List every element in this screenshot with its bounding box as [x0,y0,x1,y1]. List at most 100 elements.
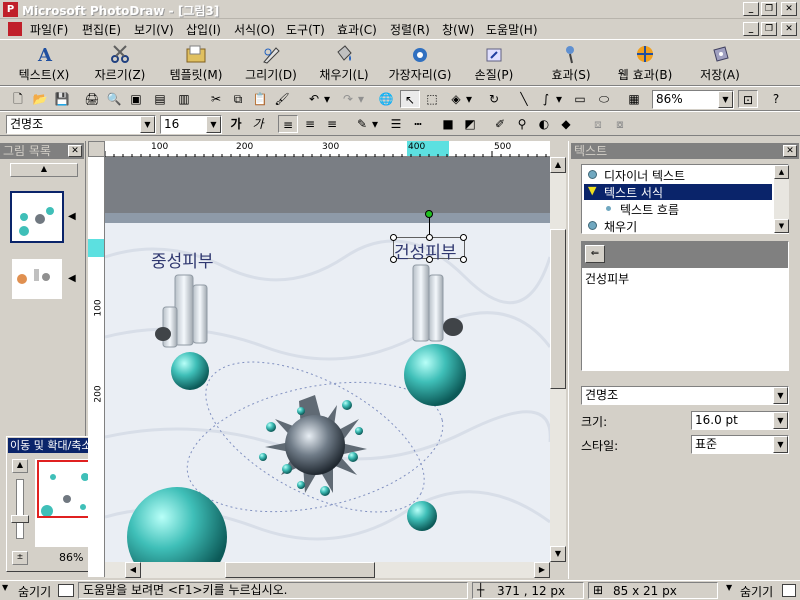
rectangle-icon[interactable]: ▭ [570,90,590,108]
scroll-down-icon[interactable]: ▼ [774,219,789,233]
scroll-up-button[interactable]: ▲ [10,163,78,177]
menu-window[interactable]: 창(W) [442,21,474,38]
fill-button[interactable]: 채우기(L) [314,42,374,84]
tree-item-text-flow[interactable]: 텍스트 흐름 [584,201,772,217]
menu-edit[interactable]: 편집(E) [82,21,121,38]
scroll-up-icon[interactable]: ▲ [550,157,566,173]
rotate-icon[interactable]: ↻ [484,90,504,108]
copy-icon[interactable]: ⧉ [228,90,248,108]
zoom-in-button[interactable]: ▲ [12,459,28,473]
text-edit-box[interactable]: ⇐ 건성피부 [581,241,789,371]
close-icon[interactable]: ✕ [68,145,82,157]
resize-handle[interactable] [390,256,397,263]
eyedropper-icon[interactable]: ⚲ [512,115,532,133]
cut-icon[interactable]: ✂ [206,90,226,108]
undo-icon[interactable]: ↶ [304,90,324,108]
maximize-button[interactable]: ❐ [761,2,777,16]
shadow-icon[interactable]: ■ [438,115,458,133]
scroll-up-icon[interactable]: ▲ [774,165,789,179]
help-icon[interactable]: ? [766,90,786,108]
group-icon[interactable]: ⧈ [588,115,608,133]
selection-box[interactable]: 건성피부 [390,210,467,263]
touchup-button[interactable]: 손질(P) [466,42,522,84]
draw-button[interactable]: 그리기(D) [240,42,302,84]
chevron-down-icon[interactable]: ▼ [773,387,788,404]
fill-bucket-icon[interactable]: ◈ [446,90,466,108]
picture-list-icon[interactable]: ▦ [624,90,644,108]
menu-help[interactable]: 도움말(H) [486,21,538,38]
rotate-handle[interactable] [425,210,433,218]
fill-dropdown-icon[interactable]: ▾ [464,90,474,108]
panel-toggle-icon[interactable] [782,584,796,597]
curve-dropdown-icon[interactable]: ▾ [554,90,564,108]
scroll-left-icon[interactable]: ◀ [125,562,141,578]
redo-dropdown-icon[interactable]: ▾ [356,90,366,108]
print-icon[interactable]: 🖨 [82,90,102,108]
panel-font-select[interactable]: 견명조 ▼ [581,386,789,405]
zoom-slider[interactable] [16,479,24,539]
font-size-select[interactable]: 16 ▼ [160,115,222,134]
menu-tools[interactable]: 도구(T) [286,21,325,38]
contrast-icon[interactable]: ◐ [534,115,554,133]
save-icon[interactable]: 💾 [52,90,72,108]
zoom-out-button[interactable]: ± [12,551,28,565]
align-left-icon[interactable]: ≡ [278,115,298,133]
thumbnail-1[interactable] [10,191,64,243]
template-button[interactable]: 템플릿(M) [162,42,230,84]
effects-button[interactable]: 효과(S) [546,42,596,84]
line-weight-icon[interactable]: ☰ [386,115,406,133]
digital-camera-icon[interactable]: ▤ [150,90,170,108]
doc-restore-button[interactable]: ❐ [761,22,777,36]
format-painter-icon[interactable]: 🖌 [272,90,292,108]
web-globe-icon[interactable]: 🌐 [376,90,396,108]
tree-scrollbar[interactable]: ▲ ▼ [774,165,789,233]
menu-arrange[interactable]: 정렬(R) [390,21,430,38]
resize-handle[interactable] [426,256,433,263]
chevron-down-icon[interactable]: ▼ [206,116,221,133]
select-region-icon[interactable]: ⬚ [422,90,442,108]
menu-file[interactable]: 파일(F) [30,21,68,38]
web-effects-button[interactable]: 웹 효과(B) [612,42,678,84]
resize-handle[interactable] [460,234,467,241]
ellipse-icon[interactable]: ⬭ [594,90,614,108]
hide-left-label[interactable]: 숨기기 [18,583,51,600]
close-button[interactable]: ✕ [781,2,797,16]
open-folder-icon[interactable]: 📂 [30,90,50,108]
tree-item-text-format[interactable]: ▼ 텍스트 서식 [584,184,772,200]
save-button[interactable]: 저장(A) [690,42,750,84]
crop-button[interactable]: 자르기(Z) [88,42,152,84]
scroll-down-icon[interactable]: ▼ [550,546,566,562]
menu-effects[interactable]: 효과(C) [337,21,377,38]
tree-item-designer-text[interactable]: 디자이너 텍스트 [584,167,772,183]
ungroup-icon[interactable]: ⧇ [610,115,630,133]
vertical-scrollbar[interactable]: ▲ ▼ [550,157,566,562]
pointer-icon[interactable]: ↖ [400,90,420,108]
scan-icon[interactable]: ▣ [126,90,146,108]
line-icon[interactable]: ╲ [514,90,534,108]
camera-icon[interactable]: ▥ [174,90,194,108]
chevron-down-icon[interactable]: ▼ [140,116,155,133]
panel-style-select[interactable]: 표준 ▼ [691,435,789,454]
menu-insert[interactable]: 삽입(I) [186,21,221,38]
panel-size-select[interactable]: 16.0 pt ▼ [691,411,789,430]
chevron-down-icon[interactable]: ▼ [2,583,14,597]
doc-icon[interactable] [8,22,22,36]
canvas-text-neutral-skin[interactable]: 중성피부 [151,247,214,272]
chevron-down-icon[interactable]: ▼ [726,583,732,592]
new-file-icon[interactable]: 🗋 [8,90,28,108]
drawing-canvas[interactable]: 중성피부 건성피부 [105,157,550,577]
align-right-icon[interactable]: ≡ [322,115,342,133]
italic-icon[interactable]: 가 [248,115,268,133]
chevron-down-icon[interactable]: ▼ [773,436,788,453]
color-fill-icon[interactable]: ◆ [556,115,576,133]
hide-right-label[interactable]: 숨기기 [740,583,773,600]
menu-format[interactable]: 서식(O) [234,21,275,38]
bold-icon[interactable]: 가 [226,115,246,133]
paste-icon[interactable]: 📋 [250,90,270,108]
pen-color-icon[interactable]: ✎ [352,115,372,133]
chevron-down-icon[interactable]: ▼ [773,412,788,429]
zoom-select[interactable]: 86% ▼ [652,90,734,109]
curve-icon[interactable]: ∫ [536,90,556,108]
doc-minimize-button[interactable]: _ [743,22,759,36]
tree-item-fill[interactable]: 채우기 [584,218,772,234]
